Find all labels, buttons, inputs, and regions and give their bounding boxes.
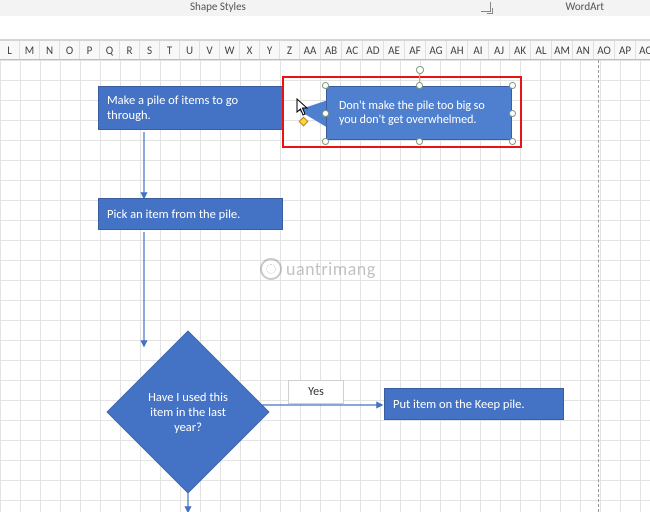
label-text: Yes xyxy=(308,385,324,399)
column-header-AP[interactable]: AP xyxy=(615,41,636,59)
column-header-P[interactable]: P xyxy=(80,41,100,59)
print-boundary xyxy=(598,60,599,512)
shape-text: Make a pile of items to go through. xyxy=(107,93,274,123)
column-header-AF[interactable]: AF xyxy=(405,41,426,59)
column-header-Z[interactable]: Z xyxy=(280,41,300,59)
decision-shape[interactable]: Have I used this item in the last year? xyxy=(108,332,268,492)
shape-text: Don't make the pile too big so you don't… xyxy=(339,99,503,127)
column-header-R[interactable]: R xyxy=(120,41,140,59)
resize-handle-nw[interactable] xyxy=(322,82,329,89)
rotation-handle-icon[interactable] xyxy=(416,66,424,74)
column-header-Y[interactable]: Y xyxy=(260,41,280,59)
process-step-2[interactable]: Pick an item from the pile. xyxy=(98,198,283,230)
resize-handle-sw[interactable] xyxy=(322,138,329,145)
column-header-AC[interactable]: AC xyxy=(342,41,363,59)
column-header-AQ[interactable]: AQ xyxy=(636,41,650,59)
resize-handle-se[interactable] xyxy=(509,138,516,145)
resize-handle-e[interactable] xyxy=(509,110,516,117)
shape-text: Put item on the Keep pile. xyxy=(393,397,525,412)
ribbon-group-wordart: WordArt xyxy=(566,0,604,13)
column-header-T[interactable]: T xyxy=(160,41,180,59)
shape-text: Have I used this item in the last year? xyxy=(108,332,268,492)
column-header-AD[interactable]: AD xyxy=(363,41,384,59)
ribbon-fragment xyxy=(0,0,650,16)
column-header-AG[interactable]: AG xyxy=(426,41,447,59)
column-header-AM[interactable]: AM xyxy=(552,41,573,59)
resize-handle-n[interactable] xyxy=(416,82,423,89)
process-step-1[interactable]: Make a pile of items to go through. xyxy=(98,86,283,130)
process-keep[interactable]: Put item on the Keep pile. xyxy=(384,388,564,420)
column-header-Q[interactable]: Q xyxy=(100,41,120,59)
resize-handle-w[interactable] xyxy=(322,110,329,117)
column-header-AH[interactable]: AH xyxy=(447,41,468,59)
column-header-AO[interactable]: AO xyxy=(594,41,615,59)
column-header-AE[interactable]: AE xyxy=(384,41,405,59)
column-header-AI[interactable]: AI xyxy=(468,41,489,59)
column-header-W[interactable]: W xyxy=(220,41,240,59)
resize-handle-ne[interactable] xyxy=(509,82,516,89)
callout-shape[interactable]: Don't make the pile too big so you don't… xyxy=(326,86,512,140)
column-header-U[interactable]: U xyxy=(180,41,200,59)
column-header-V[interactable]: V xyxy=(200,41,220,59)
column-header-AL[interactable]: AL xyxy=(531,41,552,59)
label-yes[interactable]: Yes xyxy=(288,380,344,404)
column-header-X[interactable]: X xyxy=(240,41,260,59)
column-header-AJ[interactable]: AJ xyxy=(489,41,510,59)
column-header-O[interactable]: O xyxy=(60,41,80,59)
column-header-L[interactable]: L xyxy=(0,41,20,59)
column-header-M[interactable]: M xyxy=(20,41,40,59)
column-header-N[interactable]: N xyxy=(40,41,60,59)
column-header-AA[interactable]: AA xyxy=(300,41,321,59)
resize-handle-s[interactable] xyxy=(416,138,423,145)
ribbon-divider xyxy=(0,16,650,40)
dialog-launcher-icon[interactable] xyxy=(481,2,491,12)
column-header-AN[interactable]: AN xyxy=(573,41,594,59)
column-header-S[interactable]: S xyxy=(140,41,160,59)
ribbon-group-shape-styles: Shape Styles xyxy=(190,0,246,13)
column-header-AK[interactable]: AK xyxy=(510,41,531,59)
shape-text: Pick an item from the pile. xyxy=(107,207,240,222)
column-headers[interactable]: LMNOPQRSTUVWXYZAAABACADAEAFAGAHAIAJAKALA… xyxy=(0,40,650,60)
column-header-AB[interactable]: AB xyxy=(321,41,342,59)
